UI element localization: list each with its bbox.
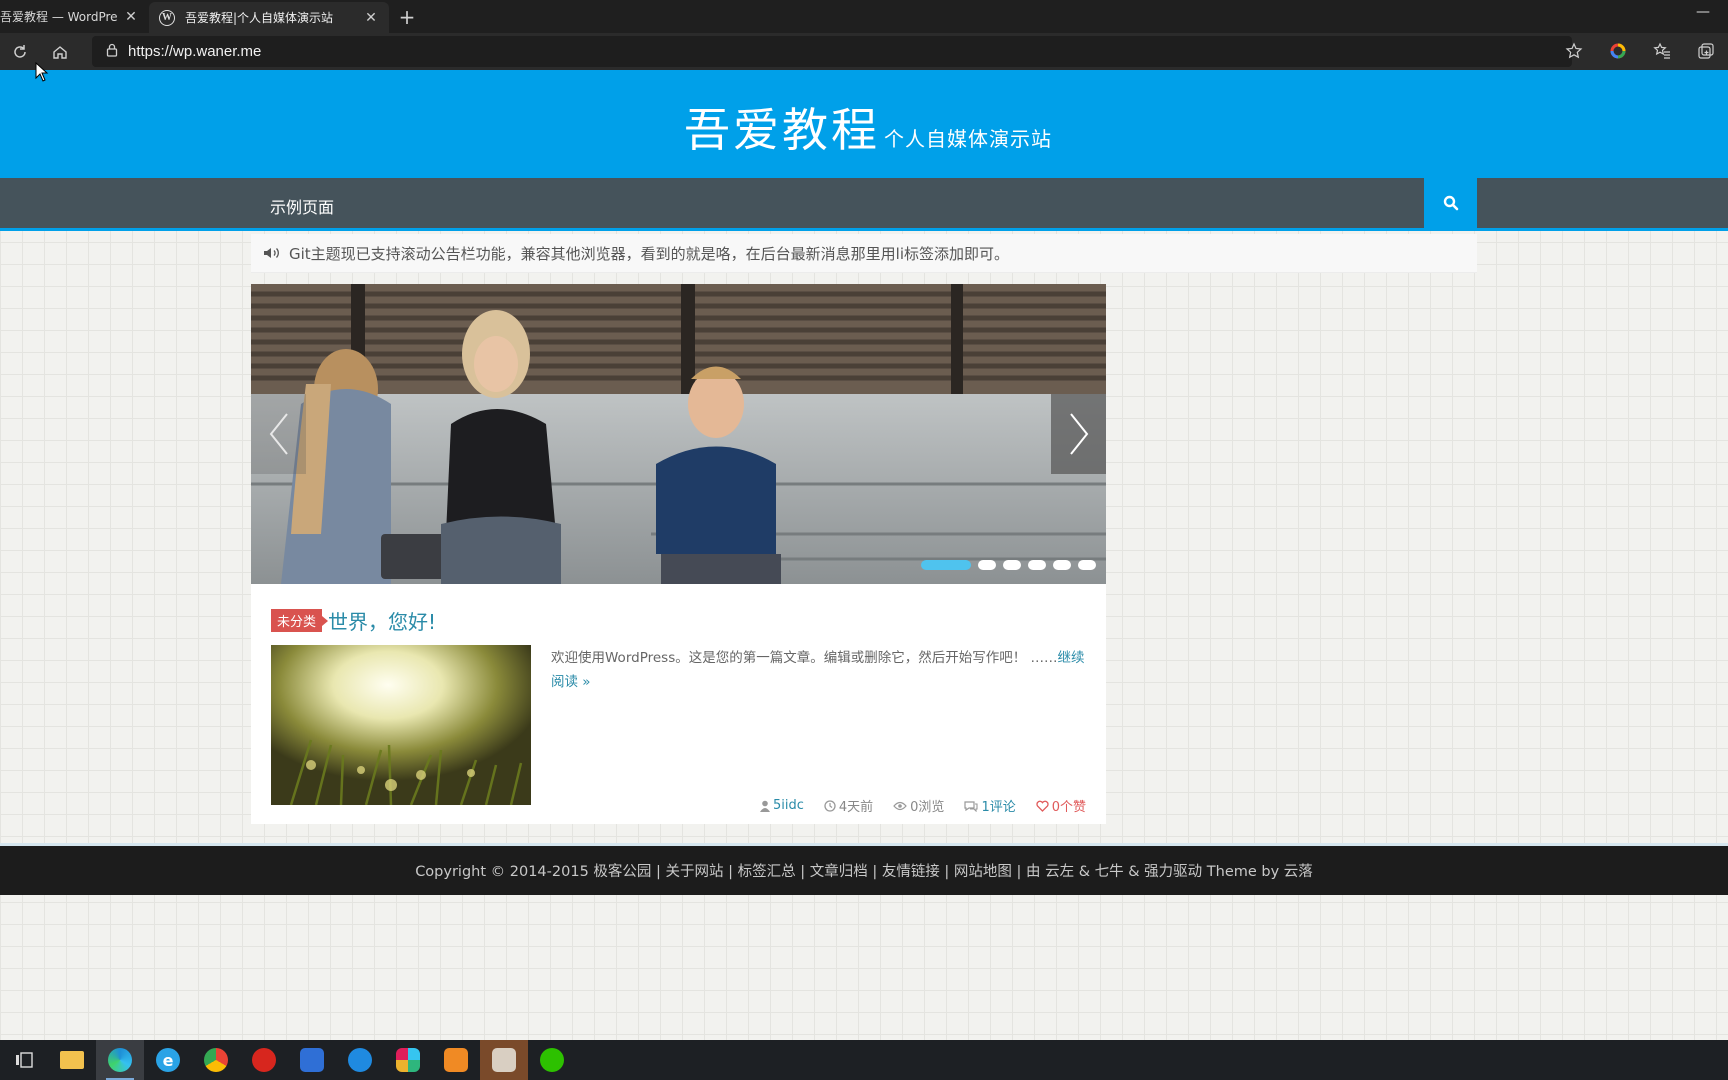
search-icon (1443, 195, 1458, 211)
speaker-icon (263, 246, 281, 260)
logo-subtitle: 个人自媒体演示站 (884, 127, 1052, 151)
meta-author[interactable]: 5iidc (759, 798, 804, 813)
app-feather-icon[interactable] (336, 1040, 384, 1080)
site-footer: Copyright © 2014-2015 极客公园 | 关于网站 | 标签汇总… (0, 843, 1728, 895)
search-button[interactable] (1424, 178, 1477, 228)
mouse-cursor-icon (35, 62, 49, 82)
tab-close-icon[interactable]: ✕ (123, 9, 139, 25)
address-toolbar: https://wp.waner.me (0, 33, 1728, 70)
edge-icon[interactable] (96, 1040, 144, 1080)
minimize-icon[interactable]: — (1688, 4, 1718, 20)
meta-time: 4天前 (824, 796, 873, 815)
logo-main-text: 吾爱教程 (684, 103, 880, 157)
collections-icon[interactable] (1690, 35, 1722, 67)
wechat-icon[interactable] (528, 1040, 576, 1080)
post-title[interactable]: 世界，您好! (328, 606, 436, 635)
post-header: 未分类 世界，您好! (271, 606, 436, 635)
comment-icon (964, 800, 978, 812)
chevron-left-icon (269, 413, 288, 455)
site-logo[interactable]: 吾爱教程 个人自媒体演示站 (684, 94, 1052, 160)
extension-icon[interactable] (1602, 35, 1634, 67)
slider-prev-button[interactable] (251, 394, 306, 474)
app-image-icon[interactable] (480, 1040, 528, 1080)
slider-pagination (921, 560, 1096, 570)
tab-title: 吾爱教程 — WordPre (0, 10, 118, 24)
url-text: https://wp.waner.me (128, 43, 262, 60)
post-thumbnail[interactable] (271, 645, 531, 805)
file-explorer-icon[interactable] (48, 1040, 96, 1080)
wordpress-icon: W (159, 9, 175, 26)
post-meta: 5iidc 4天前 0浏览 1评论 0个赞 (741, 796, 1086, 815)
meta-likes-text: 0个赞 (1051, 800, 1086, 815)
windows-taskbar: e (0, 1040, 1728, 1080)
notice-bar: Git主题现已支持滚动公告栏功能，兼容其他浏览器，看到的就是咯，在后台最新消息那… (251, 234, 1477, 273)
meta-comments-text: 1评论 (981, 800, 1016, 815)
post-excerpt: 欢迎使用WordPress。这是您的第一篇文章。编辑或删除它，然后开始写作吧！ … (551, 646, 1086, 694)
clock-icon (824, 799, 836, 812)
slider-dot[interactable] (921, 560, 971, 570)
browser-tab-active[interactable]: W 吾爱教程|个人自媒体演示站 ✕ (149, 2, 389, 33)
main-content: 未分类 世界，您好! 欢迎使用WordPress。这是您的第一篇文章。编辑或删除… (251, 284, 1106, 824)
slider-dot[interactable] (1053, 560, 1071, 570)
task-view-icon[interactable] (0, 1040, 48, 1080)
meta-author-text: 5iidc (772, 798, 804, 813)
slider-dot[interactable] (978, 560, 996, 570)
slack-icon[interactable] (384, 1040, 432, 1080)
heart-icon (1036, 800, 1049, 812)
user-icon (759, 800, 770, 812)
lock-icon (106, 42, 118, 61)
slider-next-button[interactable] (1051, 394, 1106, 474)
image-slider[interactable] (251, 284, 1106, 584)
favorites-icon[interactable] (1646, 35, 1678, 67)
nav-item-sample-page[interactable]: 示例页面 (270, 194, 334, 218)
meta-comments[interactable]: 1评论 (964, 796, 1016, 815)
tab-close-icon[interactable]: ✕ (363, 10, 379, 26)
meta-time-text: 4天前 (838, 800, 874, 815)
thumbnail-image (271, 645, 531, 805)
url-field[interactable]: https://wp.waner.me (92, 36, 1572, 67)
meta-views-text: 0浏览 (910, 800, 945, 815)
slider-dot[interactable] (1028, 560, 1046, 570)
category-badge[interactable]: 未分类 (271, 609, 329, 632)
meta-views: 0浏览 (893, 796, 944, 815)
chrome-icon[interactable] (192, 1040, 240, 1080)
ie-icon[interactable]: e (144, 1040, 192, 1080)
notice-text: Git主题现已支持滚动公告栏功能，兼容其他浏览器，看到的就是咯，在后台最新消息那… (289, 244, 1010, 263)
slider-dot[interactable] (1003, 560, 1021, 570)
site-header: 吾爱教程 个人自媒体演示站 (0, 70, 1728, 178)
app-blue-icon[interactable] (288, 1040, 336, 1080)
app-orange-icon[interactable] (432, 1040, 480, 1080)
browser-tab-bar: 吾爱教程 — WordPre ✕ W 吾爱教程|个人自媒体演示站 ✕ + — (0, 0, 1728, 33)
chevron-right-icon (1069, 413, 1088, 455)
refresh-icon[interactable] (4, 36, 36, 68)
slide-image (251, 284, 1106, 584)
meta-likes[interactable]: 0个赞 (1036, 796, 1086, 815)
eye-icon (893, 801, 907, 810)
footer-text[interactable]: Copyright © 2014-2015 极客公园 | 关于网站 | 标签汇总… (415, 860, 1313, 881)
tab-title: 吾爱教程|个人自媒体演示站 (185, 11, 334, 25)
slider-dot[interactable] (1078, 560, 1096, 570)
excerpt-text: 欢迎使用WordPress。这是您的第一篇文章。编辑或删除它，然后开始写作吧！ … (551, 650, 1058, 666)
main-navbar: 示例页面 (0, 178, 1728, 231)
add-favorite-icon[interactable] (1558, 35, 1590, 67)
new-tab-button[interactable]: + (389, 0, 425, 33)
app-red-icon[interactable] (240, 1040, 288, 1080)
browser-tab-inactive[interactable]: 吾爱教程 — WordPre ✕ (0, 0, 149, 33)
